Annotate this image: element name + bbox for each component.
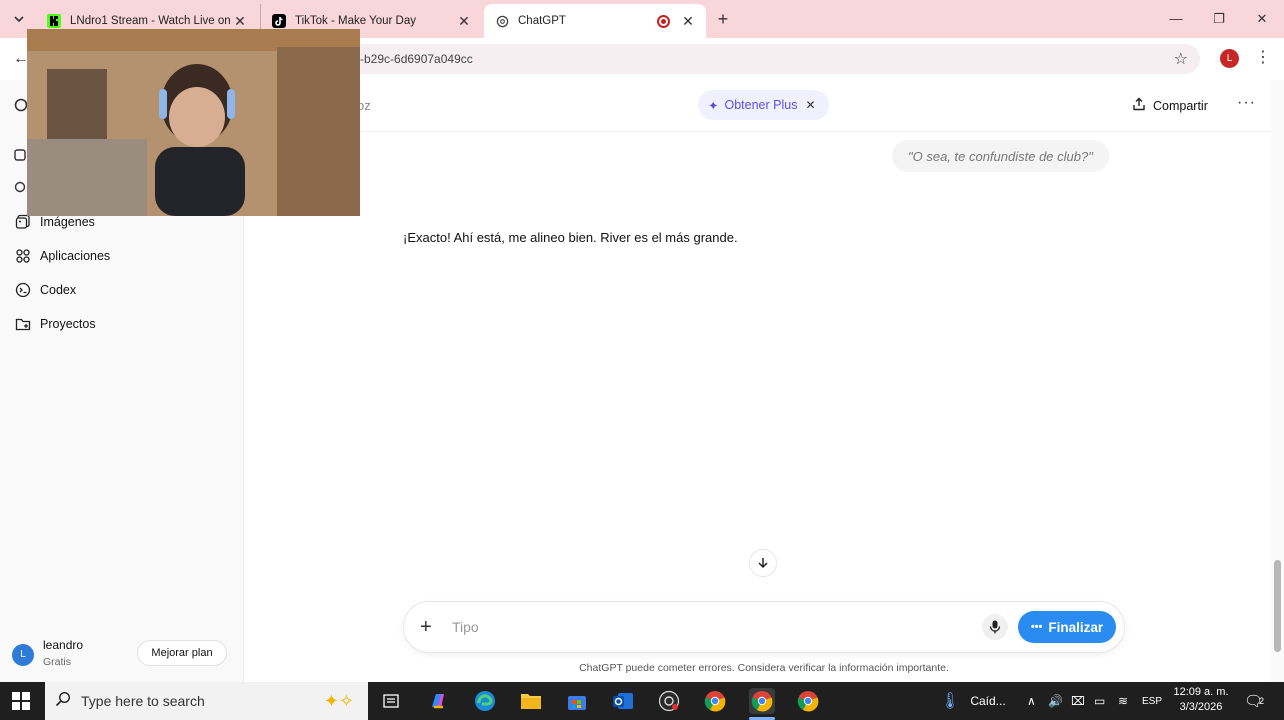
sidebar-item-label: Aplicaciones xyxy=(40,249,111,263)
apps-grid-icon xyxy=(14,247,32,265)
notification-count: 2 xyxy=(1259,696,1265,706)
tab-search-chevron-icon[interactable] xyxy=(8,8,30,30)
sidebar-item-projects[interactable]: Proyectos xyxy=(14,311,96,337)
thermometer-icon: 🌡 xyxy=(940,693,961,710)
new-tab-button[interactable]: + xyxy=(712,8,734,30)
sidebar-item-codex[interactable]: Codex xyxy=(14,277,76,303)
tab-title: LNdro1 Stream - Watch Live on xyxy=(70,15,231,27)
user-message: "O sea, te confundiste de club?" xyxy=(892,140,1109,172)
obs-studio-icon[interactable] xyxy=(656,688,682,714)
user-name: leandro xyxy=(43,638,84,652)
more-options-icon[interactable]: ··· xyxy=(1237,94,1256,112)
taskbar-search-placeholder: Type here to search xyxy=(81,693,205,709)
tab-close-icon[interactable]: ✕ xyxy=(456,13,472,30)
webcam-overlay xyxy=(27,29,360,216)
finish-voice-button[interactable]: ••• Finalizar xyxy=(1018,611,1116,643)
tab-close-icon[interactable]: ✕ xyxy=(680,13,696,30)
profile-avatar[interactable]: L xyxy=(1220,49,1239,68)
attach-plus-icon[interactable]: + xyxy=(420,616,432,638)
recording-indicator-icon xyxy=(657,14,670,28)
page-scrollbar[interactable] xyxy=(1271,80,1284,682)
voice-dots-icon: ••• xyxy=(1030,621,1043,633)
minimize-icon[interactable]: — xyxy=(1161,8,1191,30)
get-plus-label: Obtener Plus xyxy=(724,98,798,112)
taskbar-clock[interactable]: 12:09 a. m. 3/3/2026 xyxy=(1168,685,1234,715)
composer: + ••• Finalizar xyxy=(403,601,1125,653)
chat-header: oz ✦ Obtener Plus ✕ Compartir ··· xyxy=(245,80,1271,132)
openai-logo-icon[interactable] xyxy=(14,98,28,112)
chrome-profile-icon[interactable] xyxy=(749,688,775,714)
battery-icon[interactable]: ▭ xyxy=(1094,682,1105,720)
language-indicator[interactable]: ESP xyxy=(1142,682,1162,720)
new-chat-icon[interactable] xyxy=(14,148,28,162)
codex-icon xyxy=(14,281,32,299)
avatar[interactable]: L xyxy=(12,644,34,666)
sidebar-item-label: Proyectos xyxy=(40,317,96,331)
disclaimer: ChatGPT puede cometer errores. Considera… xyxy=(579,662,949,674)
prompt-input[interactable] xyxy=(452,616,952,638)
clock-time: 12:09 a. m. xyxy=(1173,686,1229,698)
search-icon xyxy=(55,691,71,712)
upgrade-plan-button[interactable]: Mejorar plan xyxy=(137,640,227,666)
speaker-icon[interactable]: 🔊 xyxy=(1048,682,1063,720)
microsoft-store-icon[interactable] xyxy=(564,688,590,714)
search-highlight-sparkle-icon: ✦✧ xyxy=(323,690,354,711)
finish-label: Finalizar xyxy=(1048,619,1104,635)
webcam-video-image xyxy=(27,29,360,216)
weather-widget[interactable]: 🌡 Caíd... xyxy=(940,682,1006,720)
tab-title: ChatGPT xyxy=(518,15,566,27)
outlook-icon[interactable] xyxy=(610,688,636,714)
user-menu[interactable]: L leandro Gratis Mejorar plan xyxy=(12,636,232,672)
microphone-icon[interactable] xyxy=(982,614,1008,640)
notifications-icon[interactable]: 🗨 2 xyxy=(1244,682,1264,720)
tray-chevron-icon[interactable]: ∧ xyxy=(1027,682,1036,720)
clock-date: 3/3/2026 xyxy=(1179,701,1223,713)
sidebar-item-apps[interactable]: Aplicaciones xyxy=(14,243,110,269)
share-button[interactable]: Compartir xyxy=(1132,97,1208,114)
weather-text: Caíd... xyxy=(970,694,1006,708)
url-text: -b29c-6d6907a049cc xyxy=(360,52,473,66)
taskbar-search-box[interactable]: Type here to search ✦✧ xyxy=(45,682,368,720)
user-plan: Gratis xyxy=(43,656,72,668)
sidebar-item-label: Codex xyxy=(40,283,77,297)
tab-close-icon[interactable]: ✕ xyxy=(232,13,248,30)
chrome-icon[interactable] xyxy=(702,688,728,714)
get-plus-button[interactable]: ✦ Obtener Plus ✕ xyxy=(698,90,829,120)
kick-icon xyxy=(46,13,62,29)
chrome-icon[interactable] xyxy=(795,688,821,714)
close-window-icon[interactable]: ✕ xyxy=(1247,8,1277,30)
sidebar-item-label: Imágenes xyxy=(40,215,95,229)
scroll-to-bottom-button[interactable] xyxy=(749,549,777,577)
search-icon[interactable] xyxy=(14,181,28,195)
sparkle-icon: ✦ xyxy=(708,98,719,113)
edge-browser-icon[interactable] xyxy=(472,688,498,714)
folder-icon xyxy=(14,315,32,333)
tab-chatgpt[interactable]: ChatGPT ✕ xyxy=(484,4,706,38)
windows-start-icon[interactable] xyxy=(12,692,30,710)
tiktok-icon xyxy=(271,13,287,29)
bookmark-star-icon[interactable]: ☆ xyxy=(1174,49,1188,69)
wifi-icon[interactable]: ≋ xyxy=(1118,682,1128,720)
share-icon xyxy=(1132,97,1146,114)
tab-title: TikTok - Make Your Day xyxy=(295,15,417,27)
arrow-down-icon xyxy=(758,558,768,569)
scrollbar-thumb[interactable] xyxy=(1274,560,1281,652)
camera-tray-icon[interactable]: ⌧ xyxy=(1071,682,1085,720)
task-view-icon[interactable] xyxy=(378,688,404,714)
assistant-message: ¡Exacto! Ahí está, me alineo bien. River… xyxy=(403,230,738,245)
restore-icon[interactable]: ❐ xyxy=(1204,8,1234,30)
share-label: Compartir xyxy=(1153,98,1208,113)
openai-icon xyxy=(494,13,510,29)
windows-taskbar: Type here to search ✦✧ 🌡 Caíd... ∧ 🔊 ⌧ ▭… xyxy=(0,682,1284,720)
chat-main: oz ✦ Obtener Plus ✕ Compartir ··· "O sea… xyxy=(245,80,1271,682)
dismiss-plus-icon[interactable]: ✕ xyxy=(805,98,815,112)
copilot-icon[interactable] xyxy=(425,688,451,714)
browser-menu-icon[interactable]: ⋮ xyxy=(1255,47,1271,67)
file-explorer-icon[interactable] xyxy=(518,688,544,714)
